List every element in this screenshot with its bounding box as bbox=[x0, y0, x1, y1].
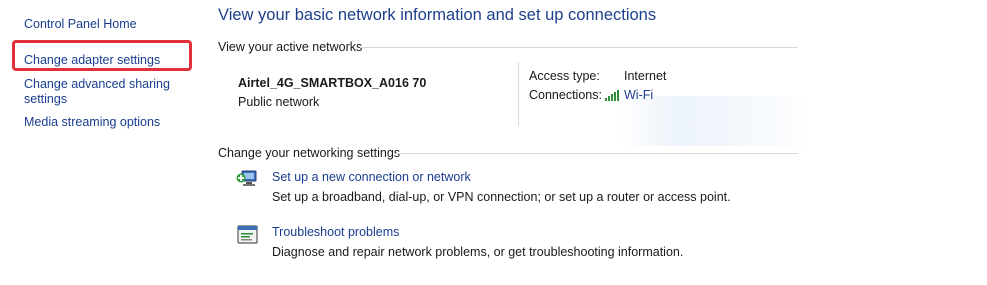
wifi-signal-icon bbox=[605, 90, 619, 101]
access-type-label: Access type: bbox=[529, 69, 600, 83]
active-networks-heading: View your active networks bbox=[218, 40, 363, 54]
main-content: View your basic network information and … bbox=[218, 0, 978, 285]
change-advanced-sharing-settings-link[interactable]: Change advanced sharing settings bbox=[24, 77, 170, 107]
connections-label: Connections: bbox=[529, 88, 602, 102]
wifi-connection-link[interactable]: Wi-Fi bbox=[624, 88, 653, 102]
control-panel-home-link[interactable]: Control Panel Home bbox=[24, 17, 137, 32]
media-streaming-options-link[interactable]: Media streaming options bbox=[24, 115, 160, 130]
network-vertical-divider bbox=[518, 62, 519, 126]
network-type[interactable]: Public network bbox=[238, 95, 319, 109]
troubleshoot-problems-link[interactable]: Troubleshoot problems bbox=[272, 225, 399, 239]
change-advanced-sharing-line1: Change advanced sharing bbox=[24, 77, 170, 91]
change-adapter-settings-link[interactable]: Change adapter settings bbox=[24, 53, 160, 68]
active-networks-divider bbox=[360, 47, 798, 48]
networking-settings-heading: Change your networking settings bbox=[218, 146, 401, 160]
networking-settings-divider bbox=[396, 153, 798, 154]
troubleshoot-problems-description: Diagnose and repair network problems, or… bbox=[272, 245, 684, 259]
change-advanced-sharing-line2: settings bbox=[24, 92, 68, 106]
access-type-value: Internet bbox=[624, 69, 667, 83]
network-name: Airtel_4G_SMARTBOX_A016 70 bbox=[238, 76, 427, 90]
setup-new-connection-description: Set up a broadband, dial-up, or VPN conn… bbox=[272, 190, 731, 204]
setup-new-connection-link[interactable]: Set up a new connection or network bbox=[272, 170, 471, 184]
page-title: View your basic network information and … bbox=[218, 6, 657, 24]
left-sidebar: Control Panel Home Change adapter settin… bbox=[0, 0, 200, 285]
new-connection-icon[interactable] bbox=[236, 168, 260, 190]
troubleshoot-icon[interactable] bbox=[236, 224, 260, 246]
faded-highlight bbox=[620, 96, 810, 146]
